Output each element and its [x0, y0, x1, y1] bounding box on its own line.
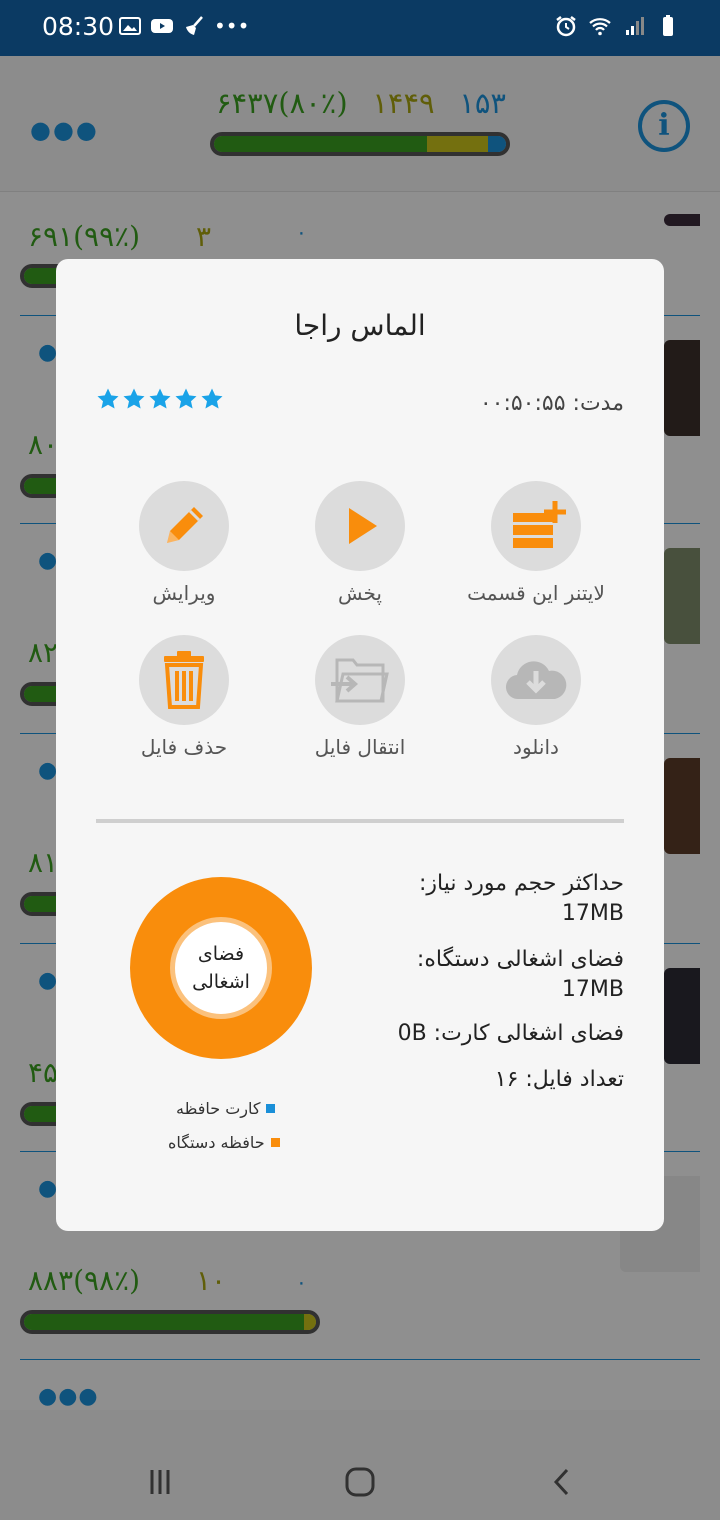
recent-apps-button[interactable] [140, 1462, 180, 1502]
download-label: دانلود [513, 735, 559, 759]
duration-label: مدت: ۰۰:۵۰:۵۵ [479, 391, 624, 416]
add-to-leitner-label: لایتنر این قسمت [467, 581, 605, 605]
leitner-add-icon [513, 501, 566, 548]
youtube-icon [151, 19, 173, 33]
star-icon[interactable] [148, 387, 172, 411]
delete-file-button[interactable]: حذف فایل [99, 635, 269, 759]
delete-file-label: حذف فایل [140, 735, 228, 759]
legend-card-memory: کارت حافظه [176, 1099, 276, 1118]
max-size-label: حداکثر حجم مورد نیاز: [418, 871, 624, 896]
dialog-title: الماس راجا [294, 309, 426, 342]
home-icon [345, 1467, 375, 1497]
move-file-label: انتقال فایل [314, 735, 406, 759]
device-used-value: 17MB [561, 977, 624, 1002]
device-used-label: فضای اشغالی دستگاه: [416, 947, 624, 972]
max-size-value: 17MB [561, 901, 624, 926]
leitner-circle [491, 481, 581, 571]
status-right-icons [554, 14, 680, 38]
legend-device-swatch [270, 1138, 280, 1147]
legend-device-memory: حافظه دستگاه [168, 1133, 280, 1152]
play-button[interactable]: پخش [275, 481, 445, 605]
edit-circle [139, 481, 229, 571]
storage-donut-chart: فضای اشغالی [130, 877, 312, 1059]
alarm-icon [556, 16, 576, 37]
star-icon[interactable] [174, 387, 198, 411]
delete-circle [139, 635, 229, 725]
cloud-download-icon [505, 661, 567, 700]
wifi-icon [589, 18, 611, 36]
download-circle [491, 635, 581, 725]
signal-icon [626, 17, 644, 35]
battery-icon [663, 15, 673, 36]
pencil-icon [167, 507, 203, 543]
status-left-icons: ••• [118, 14, 249, 38]
edit-button[interactable]: ویرایش [99, 481, 269, 605]
legend-device-label: حافظه دستگاه [168, 1133, 265, 1152]
download-button[interactable]: دانلود [451, 635, 621, 759]
donut-center-line1: فضای [197, 943, 245, 965]
status-time: 08:30 [42, 12, 115, 41]
legend-card-label: کارت حافظه [176, 1099, 261, 1118]
dialog-divider [96, 819, 624, 823]
legend-card-swatch [266, 1104, 276, 1113]
donut-center-label: فضای اشغالی [170, 917, 272, 1019]
play-label: پخش [338, 581, 382, 605]
edit-label: ویرایش [152, 581, 216, 605]
play-circle [315, 481, 405, 571]
file-count-label: تعداد فایل: ۱۶ [494, 1067, 624, 1092]
star-icon[interactable] [122, 387, 146, 411]
system-nav-bar [0, 1410, 720, 1520]
status-more-icon: ••• [214, 14, 250, 38]
move-file-button[interactable]: انتقال فایل [275, 635, 445, 759]
rating-stars[interactable] [96, 387, 224, 411]
broom-icon [186, 16, 203, 35]
donut-center-line2: اشغالی [192, 971, 250, 993]
episode-dialog: الماس راجا مدت: ۰۰:۵۰:۵۵ ویرایش پخش لایت… [56, 259, 664, 1231]
star-icon[interactable] [96, 387, 120, 411]
folder-move-icon [331, 658, 389, 703]
card-used-label: فضای اشغالی کارت: 0B [397, 1021, 624, 1046]
status-bar: 08:30 ••• [0, 0, 720, 56]
star-icon[interactable] [200, 387, 224, 411]
add-to-leitner-button[interactable]: لایتنر این قسمت [451, 481, 621, 605]
trash-icon [164, 651, 204, 709]
back-button[interactable] [542, 1462, 582, 1502]
play-icon [349, 508, 377, 544]
recent-apps-icon [150, 1470, 170, 1494]
move-circle [315, 635, 405, 725]
home-button[interactable] [340, 1462, 380, 1502]
gallery-icon [119, 17, 141, 35]
back-icon [553, 1468, 569, 1496]
